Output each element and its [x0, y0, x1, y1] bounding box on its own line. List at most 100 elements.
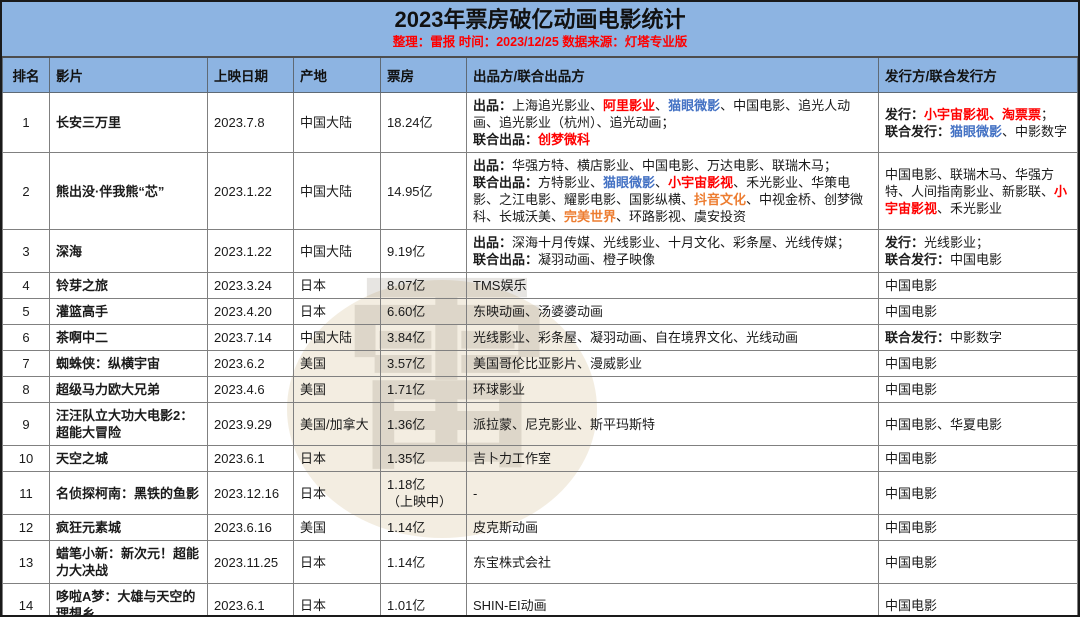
text-segment: 华强方特、横店影业、中国电影、万达电影、联瑞木马；	[512, 158, 837, 173]
cell-producers: 皮克斯动画	[467, 515, 879, 541]
cell-origin: 美国	[294, 351, 381, 377]
cell-producers: 环球影业	[467, 377, 879, 403]
column-header-boxoffice: 票房	[381, 58, 467, 93]
text-segment: TMS娱乐	[473, 278, 526, 293]
cell-distributors: 发行：光线影业；联合发行：中国电影	[879, 230, 1078, 273]
text-segment: 美国哥伦比亚影片、漫威影业	[473, 356, 642, 371]
text-segment: 抖音文化	[694, 192, 746, 207]
text-segment: 中国电影	[885, 356, 937, 371]
cell-distributors: 中国电影	[879, 541, 1078, 584]
table-row: 6茶啊中二2023.7.14中国大陆3.84亿光线影业、彩条屋、凝羽动画、自在境…	[3, 325, 1078, 351]
column-header-origin: 产地	[294, 58, 381, 93]
text-segment: 联合发行：	[885, 330, 950, 345]
cell-distributors: 中国电影	[879, 273, 1078, 299]
cell-rank: 2	[3, 153, 50, 230]
cell-distributors: 联合发行：中影数字	[879, 325, 1078, 351]
cell-producers: 美国哥伦比亚影片、漫威影业	[467, 351, 879, 377]
cell-producers: -	[467, 472, 879, 515]
text-segment: 中国电影、华夏电影	[885, 417, 1002, 432]
cell-boxoffice: 1.71亿	[381, 377, 467, 403]
cell-origin: 美国/加拿大	[294, 403, 381, 446]
text-segment: 皮克斯动画	[473, 520, 538, 535]
text-segment: 小宇宙影视	[668, 175, 733, 190]
cell-date: 2023.1.22	[208, 230, 294, 273]
cell-distributors: 中国电影	[879, 472, 1078, 515]
text-segment: 深海十月传媒、光线影业、十月文化、彩条屋、光线传媒；	[512, 235, 850, 250]
page-title: 2023年票房破亿动画电影统计	[2, 6, 1078, 34]
cell-rank: 11	[3, 472, 50, 515]
cell-boxoffice: 1.36亿	[381, 403, 467, 446]
movies-table: 排名影片上映日期产地票房出品方/联合出品方发行方/联合发行方 1长安三万里202…	[2, 58, 1078, 617]
cell-film: 铃芽之旅	[50, 273, 208, 299]
cell-producers: 吉卜力工作室	[467, 446, 879, 472]
cell-film: 蜘蛛侠：纵横宇宙	[50, 351, 208, 377]
text-segment: 猫眼微影	[603, 175, 655, 190]
text-segment: 中国电影	[885, 451, 937, 466]
text-segment: 中国电影	[950, 252, 1002, 267]
text-segment: 小宇宙影视、淘票票	[924, 107, 1041, 122]
cell-origin: 美国	[294, 377, 381, 403]
cell-date: 2023.3.24	[208, 273, 294, 299]
cell-rank: 10	[3, 446, 50, 472]
table-row: 13蜡笔小新：新次元！超能力大决战2023.11.25日本1.14亿东宝株式会社…	[3, 541, 1078, 584]
text-segment: 猫眼微影	[668, 98, 720, 113]
cell-boxoffice: 18.24亿	[381, 93, 467, 153]
text-segment: 中国电影	[885, 304, 937, 319]
text-segment: 凝羽动画、橙子映像	[538, 252, 655, 267]
cell-producers: 出品：深海十月传媒、光线影业、十月文化、彩条屋、光线传媒；联合出品：凝羽动画、橙…	[467, 230, 879, 273]
table-row: 4铃芽之旅2023.3.24日本8.07亿TMS娱乐中国电影	[3, 273, 1078, 299]
text-segment: 中国电影	[885, 486, 937, 501]
cell-boxoffice: 1.14亿	[381, 541, 467, 584]
text-segment: 中国电影	[885, 382, 937, 397]
cell-producers: 光线影业、彩条屋、凝羽动画、自在境界文化、光线动画	[467, 325, 879, 351]
column-header-rank: 排名	[3, 58, 50, 93]
text-segment: 东映动画、汤婆婆动画	[473, 304, 603, 319]
cell-film: 茶啊中二	[50, 325, 208, 351]
table-row: 12疯狂元素城2023.6.16美国1.14亿皮克斯动画中国电影	[3, 515, 1078, 541]
text-segment: 发行：	[885, 107, 924, 122]
cell-film: 长安三万里	[50, 93, 208, 153]
cell-producers: 派拉蒙、尼克影业、斯平玛斯特	[467, 403, 879, 446]
cell-boxoffice: 3.84亿	[381, 325, 467, 351]
cell-film: 深海	[50, 230, 208, 273]
text-segment: 、环路影视、虞安投资	[616, 209, 746, 224]
text-segment: 东宝株式会社	[473, 555, 551, 570]
cell-date: 2023.6.1	[208, 584, 294, 617]
column-header-distributors: 发行方/联合发行方	[879, 58, 1078, 93]
cell-distributors: 中国电影	[879, 299, 1078, 325]
cell-distributors: 中国电影	[879, 351, 1078, 377]
cell-origin: 美国	[294, 515, 381, 541]
text-segment: 联合出品：	[473, 175, 538, 190]
cell-producers: TMS娱乐	[467, 273, 879, 299]
cell-distributors: 中国电影	[879, 515, 1078, 541]
cell-producers: 东映动画、汤婆婆动画	[467, 299, 879, 325]
cell-film: 哆啦A梦：大雄与天空的理想乡	[50, 584, 208, 617]
cell-boxoffice: 6.60亿	[381, 299, 467, 325]
cell-film: 熊出没·伴我熊“芯”	[50, 153, 208, 230]
text-segment: 中国电影	[885, 555, 937, 570]
cell-date: 2023.11.25	[208, 541, 294, 584]
text-segment: SHIN-EI动画	[473, 598, 547, 613]
text-segment: 出品：	[473, 158, 512, 173]
text-segment: 中国电影	[885, 520, 937, 535]
text-segment: 完美世界	[564, 209, 616, 224]
cell-boxoffice: 8.07亿	[381, 273, 467, 299]
column-header-producers: 出品方/联合出品方	[467, 58, 879, 93]
cell-rank: 4	[3, 273, 50, 299]
text-segment: 光线影业；	[924, 235, 989, 250]
column-header-film: 影片	[50, 58, 208, 93]
cell-rank: 14	[3, 584, 50, 617]
cell-rank: 5	[3, 299, 50, 325]
cell-origin: 中国大陆	[294, 325, 381, 351]
cell-film: 灌篮高手	[50, 299, 208, 325]
cell-date: 2023.6.16	[208, 515, 294, 541]
text-segment: 中国电影	[885, 278, 937, 293]
text-segment: 上海追光影业、	[512, 98, 603, 113]
cell-boxoffice: 3.57亿	[381, 351, 467, 377]
cell-film: 名侦探柯南：黑铁的鱼影	[50, 472, 208, 515]
cell-producers: 出品：华强方特、横店影业、中国电影、万达电影、联瑞木马；联合出品：方特影业、猫眼…	[467, 153, 879, 230]
table-row: 7蜘蛛侠：纵横宇宙2023.6.2美国3.57亿美国哥伦比亚影片、漫威影业中国电…	[3, 351, 1078, 377]
cell-producers: 出品：上海追光影业、阿里影业、猫眼微影、中国电影、追光人动画、追光影业（杭州）、…	[467, 93, 879, 153]
text-segment: 联合出品：	[473, 252, 538, 267]
cell-distributors: 中国电影	[879, 584, 1078, 617]
